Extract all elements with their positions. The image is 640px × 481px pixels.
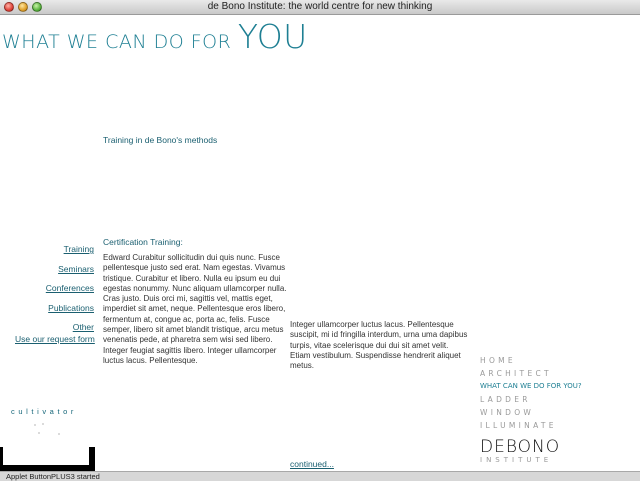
right-nav-ladder[interactable]: LADDER — [480, 395, 582, 408]
status-bar: Applet ButtonPLUS3 started — [0, 471, 640, 481]
right-nav-architect[interactable]: ARCHITECT — [480, 369, 582, 382]
logo-word: DEBONO — [480, 437, 561, 457]
continued-link[interactable]: continued... — [290, 459, 334, 469]
left-nav-publications[interactable]: Publications — [0, 303, 94, 323]
applet-inner — [3, 447, 89, 465]
right-nav-illuminate[interactable]: ILLUMINATE — [480, 421, 582, 434]
window-title: de Bono Institute: the world centre for … — [207, 1, 433, 12]
right-nav-window[interactable]: WINDOW — [480, 408, 582, 421]
left-nav-seminars[interactable]: Seminars — [0, 264, 94, 284]
left-nav: Training Seminars Conferences Publicatio… — [0, 244, 94, 342]
body-text-column-1: Edward Curabitur sollicitudin dui quis n… — [103, 253, 287, 365]
left-nav-training[interactable]: Training — [0, 244, 94, 264]
logo-subtitle: INSTITUTE — [480, 456, 553, 464]
applet-area[interactable] — [0, 447, 95, 471]
page-title: WHAT WE CAN DO FOR YOU — [2, 17, 308, 56]
request-form-link[interactable]: Use our request form — [15, 334, 95, 344]
body-text-column-2: Integer ullamcorper luctus lacus. Pellen… — [290, 320, 468, 371]
cultivator-label: cultivator — [11, 407, 78, 416]
page-title-emphasis: YOU — [237, 17, 308, 56]
window-titlebar: de Bono Institute: the world centre for … — [0, 0, 640, 15]
decorative-dots — [32, 420, 72, 440]
intro-heading: Training in de Bono's methods — [103, 135, 218, 145]
right-nav-what-we-can-do[interactable]: WHAT CAN WE DO FOR YOU? — [480, 382, 582, 395]
right-nav: HOME ARCHITECT WHAT CAN WE DO FOR YOU? L… — [480, 356, 582, 434]
right-nav-home[interactable]: HOME — [480, 356, 582, 369]
debono-logo: DEBONO INSTITUTE — [480, 438, 560, 472]
left-nav-conferences[interactable]: Conferences — [0, 283, 94, 303]
certification-heading: Certification Training: — [103, 237, 183, 247]
status-text: Applet ButtonPLUS3 started — [6, 472, 100, 481]
page-title-prefix: WHAT WE CAN DO FOR — [2, 31, 238, 53]
